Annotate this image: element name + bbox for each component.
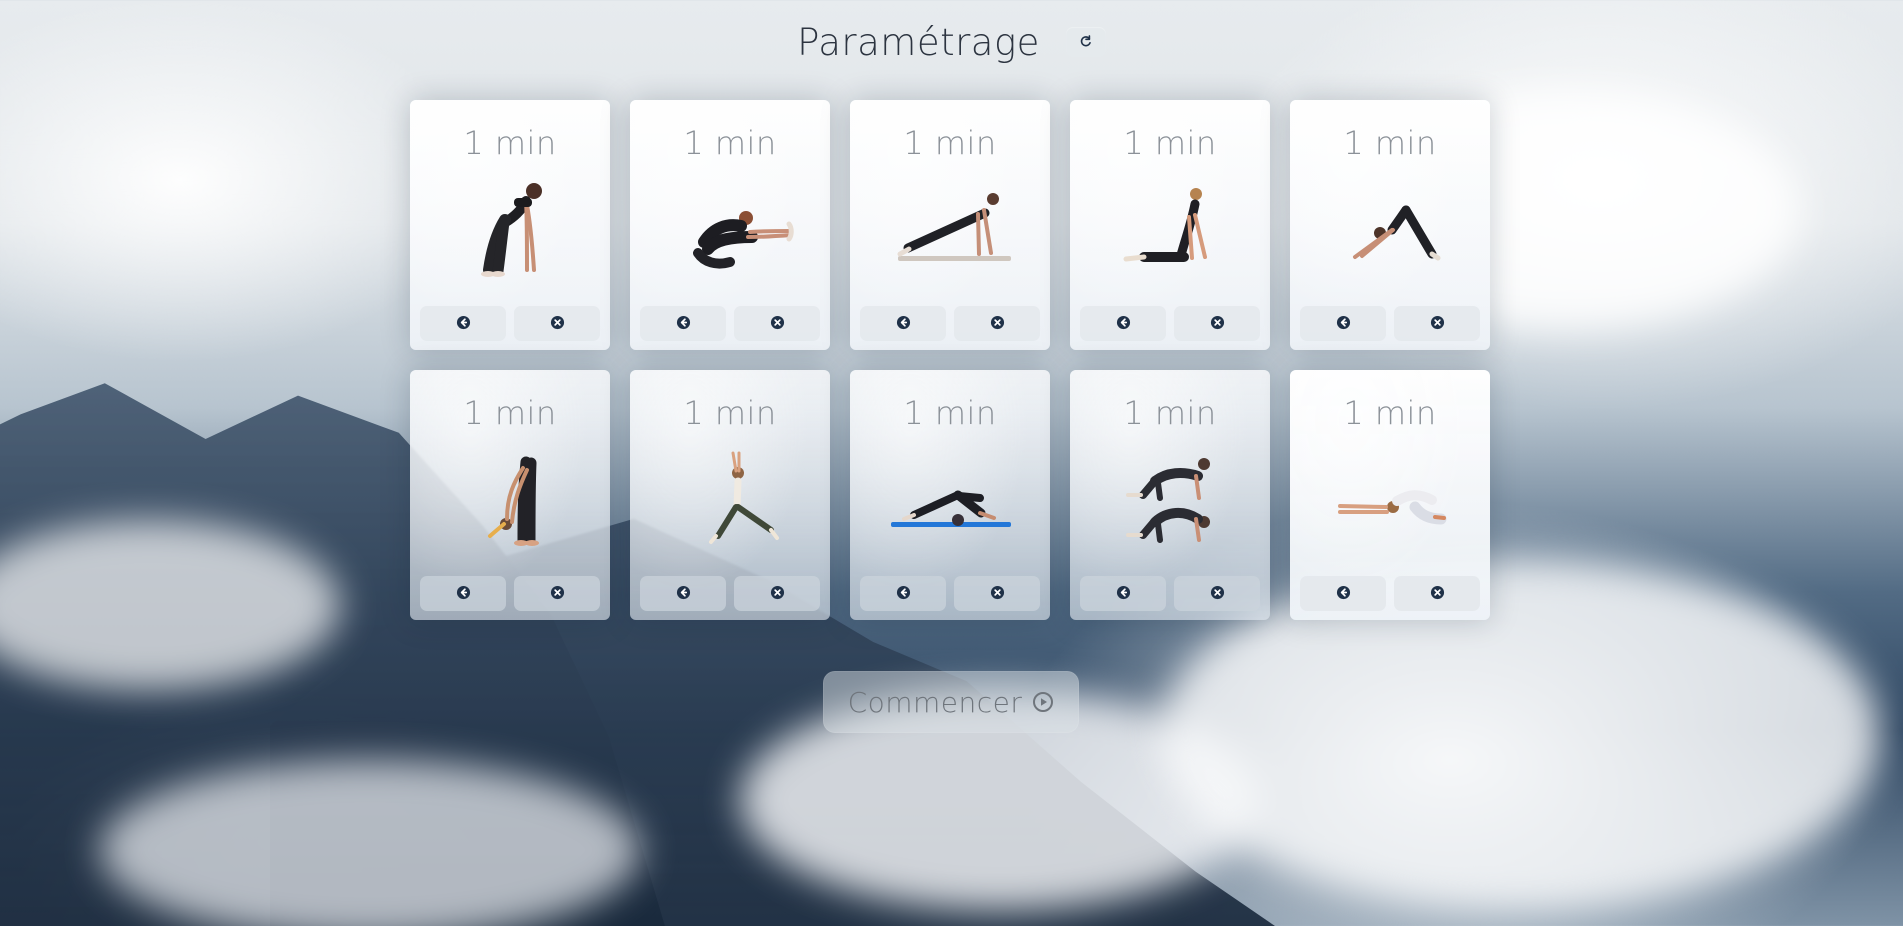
move-back-button[interactable] bbox=[420, 306, 506, 341]
exercise-card: 1 min bbox=[410, 370, 610, 620]
remove-button[interactable] bbox=[514, 576, 600, 611]
arrow-left-icon bbox=[1116, 315, 1131, 333]
arrow-left-icon bbox=[1336, 585, 1351, 603]
forward-fold-pose bbox=[440, 170, 580, 290]
background: Paramétrage 1 min 1 min 1 min 1 min 1 mi… bbox=[0, 0, 1903, 926]
card-controls bbox=[640, 576, 820, 612]
crescent-lunge-pose bbox=[660, 440, 800, 560]
duration-label: 1 min bbox=[903, 124, 997, 162]
plow-pose bbox=[880, 440, 1020, 560]
exercise-card: 1 min bbox=[630, 370, 830, 620]
card-controls bbox=[860, 306, 1040, 342]
remove-button[interactable] bbox=[954, 306, 1040, 341]
start-button[interactable]: Commencer bbox=[823, 671, 1079, 733]
remove-button[interactable] bbox=[514, 306, 600, 341]
arrow-left-icon bbox=[456, 585, 471, 603]
remove-button[interactable] bbox=[954, 576, 1040, 611]
reset-button[interactable] bbox=[1065, 27, 1106, 57]
duration-label: 1 min bbox=[1343, 124, 1437, 162]
close-circle-icon bbox=[770, 315, 785, 333]
remove-button[interactable] bbox=[734, 306, 820, 341]
move-back-button[interactable] bbox=[860, 576, 946, 611]
card-controls bbox=[860, 576, 1040, 612]
duration-label: 1 min bbox=[683, 394, 777, 432]
exercise-card: 1 min bbox=[850, 370, 1050, 620]
close-circle-icon bbox=[550, 315, 565, 333]
start-label: Commencer bbox=[847, 685, 1023, 719]
card-controls bbox=[1300, 306, 1480, 342]
downward-dog-pose bbox=[1320, 170, 1460, 290]
exercise-grid: 1 min 1 min 1 min 1 min 1 min 1 min 1 mi… bbox=[410, 100, 1492, 620]
card-controls bbox=[1300, 576, 1480, 612]
move-back-button[interactable] bbox=[1080, 576, 1166, 611]
close-circle-icon bbox=[1210, 315, 1225, 333]
close-circle-icon bbox=[1210, 585, 1225, 603]
close-circle-icon bbox=[770, 585, 785, 603]
exercise-card: 1 min bbox=[1290, 100, 1490, 350]
child-pose bbox=[1320, 440, 1460, 560]
cat-cow-pose bbox=[1100, 440, 1240, 560]
reset-icon bbox=[1079, 34, 1093, 51]
move-back-button[interactable] bbox=[420, 576, 506, 611]
play-circle-icon bbox=[1032, 691, 1054, 713]
page-title: Paramétrage bbox=[797, 20, 1040, 64]
card-controls bbox=[640, 306, 820, 342]
seated-forward-bend-pose bbox=[660, 170, 800, 290]
duration-label: 1 min bbox=[463, 124, 557, 162]
remove-button[interactable] bbox=[734, 576, 820, 611]
card-controls bbox=[420, 306, 600, 342]
card-controls bbox=[1080, 576, 1260, 612]
arrow-left-icon bbox=[896, 585, 911, 603]
close-circle-icon bbox=[1430, 585, 1445, 603]
move-back-button[interactable] bbox=[1300, 306, 1386, 341]
standing-forward-bend-pose bbox=[440, 440, 580, 560]
plank-pose bbox=[880, 170, 1020, 290]
card-controls bbox=[1080, 306, 1260, 342]
duration-label: 1 min bbox=[683, 124, 777, 162]
exercise-card: 1 min bbox=[630, 100, 830, 350]
close-circle-icon bbox=[1430, 315, 1445, 333]
exercise-card: 1 min bbox=[1290, 370, 1490, 620]
exercise-card: 1 min bbox=[1070, 100, 1270, 350]
move-back-button[interactable] bbox=[1300, 576, 1386, 611]
arrow-left-icon bbox=[896, 315, 911, 333]
header: Paramétrage bbox=[0, 18, 1903, 66]
cloud-bottom-left bbox=[100, 760, 640, 926]
close-circle-icon bbox=[550, 585, 565, 603]
close-circle-icon bbox=[990, 315, 1005, 333]
cobra-pose bbox=[1100, 170, 1240, 290]
move-back-button[interactable] bbox=[860, 306, 946, 341]
duration-label: 1 min bbox=[1123, 394, 1217, 432]
move-back-button[interactable] bbox=[1080, 306, 1166, 341]
close-circle-icon bbox=[990, 585, 1005, 603]
remove-button[interactable] bbox=[1174, 306, 1260, 341]
arrow-left-icon bbox=[676, 585, 691, 603]
remove-button[interactable] bbox=[1394, 576, 1480, 611]
move-back-button[interactable] bbox=[640, 576, 726, 611]
duration-label: 1 min bbox=[1343, 394, 1437, 432]
duration-label: 1 min bbox=[1123, 124, 1217, 162]
remove-button[interactable] bbox=[1174, 576, 1260, 611]
duration-label: 1 min bbox=[903, 394, 997, 432]
exercise-card: 1 min bbox=[850, 100, 1050, 350]
cloud-left-middle bbox=[0, 520, 340, 690]
arrow-left-icon bbox=[1116, 585, 1131, 603]
exercise-card: 1 min bbox=[1070, 370, 1270, 620]
card-controls bbox=[420, 576, 600, 612]
arrow-left-icon bbox=[456, 315, 471, 333]
duration-label: 1 min bbox=[463, 394, 557, 432]
arrow-left-icon bbox=[676, 315, 691, 333]
exercise-card: 1 min bbox=[410, 100, 610, 350]
move-back-button[interactable] bbox=[640, 306, 726, 341]
arrow-left-icon bbox=[1336, 315, 1351, 333]
remove-button[interactable] bbox=[1394, 306, 1480, 341]
